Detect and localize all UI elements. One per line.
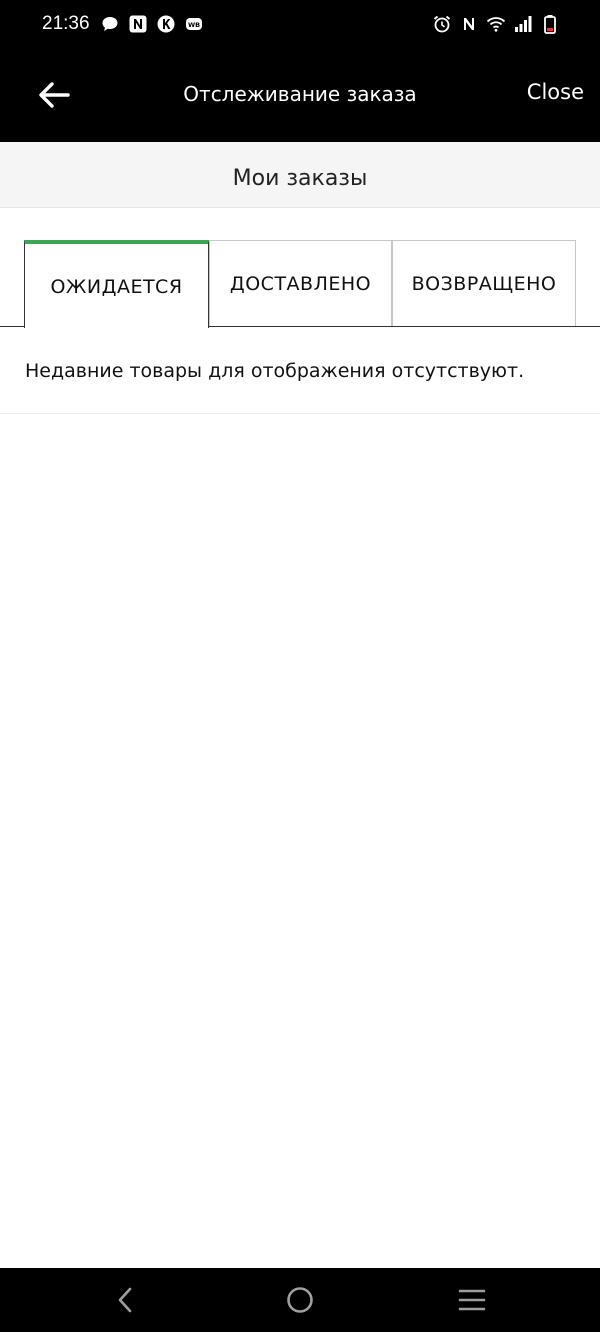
chat-bubble-icon (100, 14, 120, 34)
wifi-icon (486, 14, 506, 34)
tab-returned[interactable]: ВОЗВРАЩЕНО (392, 240, 576, 326)
status-bar: 21:36 WB (0, 0, 600, 48)
status-system-icons (432, 14, 560, 34)
back-button[interactable] (30, 73, 78, 117)
alarm-icon (432, 14, 452, 34)
menu-lines-icon (457, 1287, 487, 1313)
tab-label: ВОЗВРАЩЕНО (411, 272, 557, 295)
tab-delivered[interactable]: ДОСТАВЛЕНО (209, 240, 392, 326)
section-header: Мои заказы (0, 142, 600, 208)
tab-label: ДОСТАВЛЕНО (229, 272, 372, 295)
home-circle-icon (285, 1285, 315, 1315)
k-circle-icon (156, 14, 176, 34)
wb-badge-icon: WB (184, 14, 204, 34)
tab-label: ОЖИДАЕТСЯ (50, 276, 183, 298)
n-square-icon (128, 14, 148, 34)
battery-low-icon (540, 14, 560, 34)
nfc-icon (459, 14, 479, 34)
page-title: Отслеживание заказа (183, 82, 417, 106)
arrow-left-icon (37, 80, 71, 110)
content-divider (0, 413, 600, 414)
nav-menu-button[interactable] (454, 1282, 490, 1318)
app-bar: Отслеживание заказа Close (0, 48, 600, 142)
svg-text:WB: WB (188, 21, 200, 29)
nav-back-button[interactable] (108, 1282, 144, 1318)
back-chevron-icon (114, 1286, 138, 1314)
cell-signal-icon (513, 14, 533, 34)
status-time: 21:36 (42, 13, 90, 34)
nav-home-button[interactable] (282, 1282, 318, 1318)
status-notification-icons: WB (100, 14, 204, 34)
tab-expected[interactable]: ОЖИДАЕТСЯ (24, 240, 209, 328)
system-nav-bar (0, 1268, 600, 1332)
empty-state-message: Недавние товары для отображения отсутств… (25, 360, 525, 382)
close-button[interactable]: Close (527, 80, 584, 104)
section-title: Мои заказы (232, 166, 368, 191)
